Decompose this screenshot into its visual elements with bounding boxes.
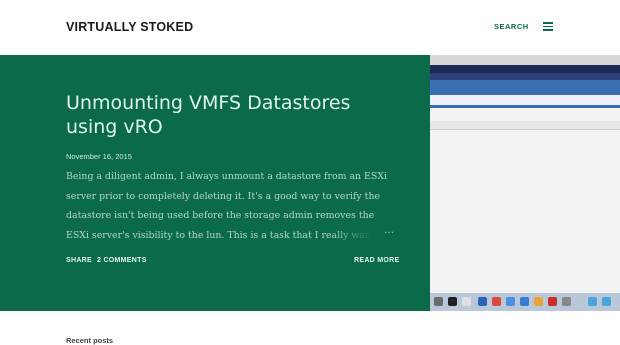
snippet-ellipsis: … [384,225,394,236]
recent-posts-heading: Recent posts [66,336,114,345]
post-thumbnail[interactable] [430,55,620,311]
dock-icon [548,297,557,306]
featured-post: Unmounting VMFS Datastores using vRO Nov… [0,55,620,311]
dock-icon [492,297,501,306]
thumbnail-title-bar [430,65,620,73]
dock-icon [462,297,471,306]
dock-icon [506,297,515,306]
dock-icon [434,297,443,306]
share-button[interactable]: SHARE [66,257,92,264]
site-title[interactable]: VIRTUALLY STOKED [66,20,193,34]
thumbnail-app-bar [430,73,620,80]
thumbnail-table-header [430,121,620,130]
site-header: VIRTUALLY STOKED SEARCH [0,0,620,55]
dock-icon [588,297,597,306]
dock-icon [534,297,543,306]
comments-link[interactable]: 2 COMMENTS [97,257,147,264]
search-button[interactable]: SEARCH [494,22,529,31]
dock-icon [478,297,487,306]
post-date[interactable]: November 16, 2015 [66,152,132,161]
hamburger-menu-icon[interactable] [543,22,553,32]
dock-icon [602,297,611,306]
dock-icon [520,297,529,306]
read-more-link[interactable]: READ MORE [354,257,399,264]
dock-icon [562,297,571,306]
post-title[interactable]: Unmounting VMFS Datastores using vRO [66,91,396,139]
post-content: Unmounting VMFS Datastores using vRO Nov… [0,55,430,311]
dock-icon [448,297,457,306]
thumbnail-tabs [430,95,620,105]
thumbnail-browser-bar [430,55,620,65]
